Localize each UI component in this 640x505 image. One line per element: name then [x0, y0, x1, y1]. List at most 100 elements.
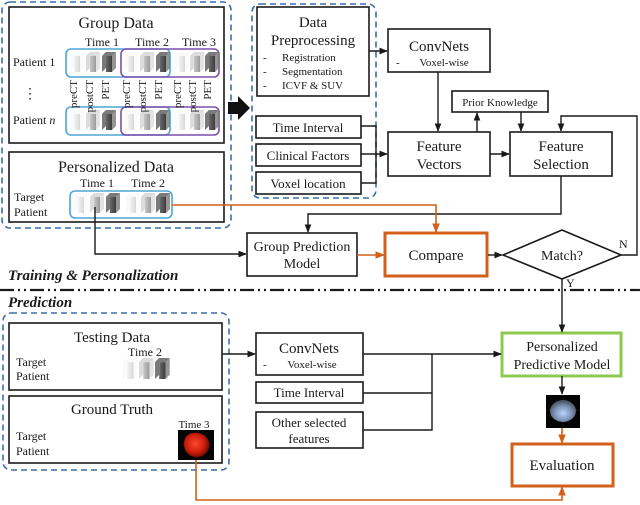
- personalized-time-2: Time 2: [131, 176, 165, 190]
- patient-ellipsis: ⋮: [23, 87, 37, 102]
- data-preprocessing-box: Data Preprocessing - Registration - Segm…: [256, 6, 370, 97]
- time-label-1: Time 1: [85, 35, 119, 49]
- time-interval-bottom-label: Time Interval: [274, 385, 345, 400]
- pet-volume-icon: [156, 52, 170, 72]
- precontrast-ct-volume-icon: [124, 110, 138, 130]
- convnets-bottom-title: ConvNets: [279, 341, 339, 357]
- postcontrast-ct-volume-icon: [140, 52, 154, 72]
- convnets-top-title: ConvNets: [409, 39, 469, 55]
- modality-label-postcontrast-ct: postCT: [84, 80, 96, 113]
- pet-volume-icon: [106, 193, 120, 213]
- postcontrast-ct-volume-icon: [90, 193, 104, 213]
- ground-truth-target-line2: Patient: [16, 444, 50, 458]
- postcontrast-ct-volume-icon: [190, 52, 204, 72]
- patient-n-label: Patient n: [13, 113, 55, 127]
- precontrast-ct-volume-icon: [74, 193, 88, 213]
- training-section-label: Training & Personalization: [8, 268, 178, 284]
- voxel-location-label: Voxel location: [270, 176, 346, 191]
- patient-1-label: Patient 1: [13, 55, 55, 69]
- bullet: -: [396, 57, 400, 69]
- predicted-tumor-image: [546, 395, 580, 428]
- pet-volume-icon: [205, 110, 219, 130]
- testing-time-label: Time 2: [128, 345, 162, 359]
- precontrast-ct-volume-icon: [126, 193, 140, 213]
- precontrast-ct-volume-icon: [123, 358, 138, 379]
- testing-target-line1: Target: [16, 355, 47, 369]
- match-no-label: N: [619, 237, 628, 251]
- patient-1-volumes: [70, 52, 219, 72]
- time-label-2: Time 2: [135, 35, 169, 49]
- precontrast-ct-volume-icon: [124, 52, 138, 72]
- pet-volume-icon: [102, 110, 116, 130]
- ground-truth-title: Ground Truth: [71, 402, 154, 418]
- preprocessing-item-registration: Registration: [282, 52, 336, 64]
- prior-knowledge-label: Prior Knowledge: [462, 97, 538, 109]
- modality-label-precontrast-ct: preCT: [121, 80, 133, 108]
- modality-label-precontrast-ct: preCT: [68, 80, 80, 108]
- other-features-line2: features: [288, 431, 329, 446]
- target-patient-line1: Target: [14, 190, 45, 204]
- time-interval-label: Time Interval: [273, 120, 344, 135]
- time-label-3: Time 3: [182, 35, 216, 49]
- preprocessing-item-segmentation: Segmentation: [282, 66, 343, 78]
- precontrast-ct-volume-icon: [175, 52, 189, 72]
- target-patient-line2: Patient: [14, 205, 48, 219]
- group-prediction-line2: Model: [284, 257, 321, 272]
- feature-selection-line1: Feature: [539, 139, 584, 155]
- connector-other-features: [363, 393, 433, 431]
- arrow-ground-truth-to-evaluation: [195, 460, 566, 501]
- testing-target-line2: Patient: [16, 369, 50, 383]
- postcontrast-ct-volume-icon: [139, 358, 154, 379]
- personalized-data-title: Personalized Data: [58, 159, 174, 176]
- bullet: -: [263, 359, 267, 371]
- bullet: -: [263, 66, 267, 78]
- pet-volume-icon: [205, 52, 219, 72]
- modality-label-postcontrast-ct: postCT: [187, 80, 199, 113]
- precontrast-ct-volume-icon: [70, 52, 84, 72]
- modality-label-postcontrast-ct: postCT: [137, 80, 149, 113]
- pet-volume-icon: [156, 110, 170, 130]
- ground-truth-tumor-image: [178, 430, 214, 460]
- modality-label-pet: PET: [202, 80, 214, 100]
- postcontrast-ct-volume-icon: [86, 52, 100, 72]
- personalized-model-line1: Personalized: [526, 340, 598, 355]
- feature-vectors-line1: Feature: [417, 139, 462, 155]
- postcontrast-ct-volume-icon: [141, 193, 155, 213]
- group-data-title: Group Data: [78, 15, 153, 32]
- match-yes-label: Y: [566, 276, 575, 290]
- modality-labels: preCT postCT PET preCT postCT PET preCT postCT P…: [68, 80, 214, 113]
- prediction-section-label: Prediction: [8, 295, 72, 311]
- modality-label-pet: PET: [153, 80, 165, 100]
- pet-volume-icon: [156, 193, 170, 213]
- convnets-top-sub: Voxel-wise: [419, 57, 468, 69]
- ground-truth-target-line1: Target: [16, 429, 47, 443]
- other-features-line1: Other selected: [272, 415, 347, 430]
- compare-label: Compare: [409, 248, 464, 264]
- ground-truth-time-label: Time 3: [178, 419, 210, 431]
- evaluation-label: Evaluation: [530, 458, 595, 474]
- personalized-time-1: Time 1: [80, 176, 114, 190]
- testing-data-title: Testing Data: [74, 330, 150, 346]
- convnets-bottom-sub: Voxel-wise: [287, 359, 336, 371]
- pet-volume-icon: [102, 52, 116, 72]
- testing-volumes: [123, 358, 170, 379]
- feature-selection-line2: Selection: [533, 157, 589, 173]
- connector-time-interval: [363, 354, 433, 394]
- modality-label-pet: PET: [100, 80, 112, 100]
- preprocessing-title-1: Data: [299, 15, 328, 31]
- match-label: Match?: [541, 249, 583, 264]
- feature-vectors-line2: Vectors: [417, 157, 462, 173]
- bullet: -: [263, 52, 267, 64]
- workflow-diagram: Group Data Time 1 Time 2 Time 3 Patient …: [0, 1, 640, 501]
- personalized-data-panel: Personalized Data Time 1 Time 2 Target P…: [8, 151, 225, 223]
- preprocessing-title-2: Preprocessing: [271, 33, 356, 49]
- group-prediction-line1: Group Prediction: [254, 240, 351, 255]
- clinical-factors-label: Clinical Factors: [267, 148, 350, 163]
- precontrast-ct-volume-icon: [70, 110, 84, 130]
- pet-volume-icon: [155, 358, 170, 379]
- personalized-model-line2: Predictive Model: [514, 358, 611, 373]
- bullet: -: [263, 80, 267, 92]
- modality-label-precontrast-ct: preCT: [172, 80, 184, 108]
- group-data-panel: Group Data Time 1 Time 2 Time 3 Patient …: [8, 6, 225, 144]
- preprocessing-item-icvf-suv: ICVF & SUV: [282, 80, 343, 92]
